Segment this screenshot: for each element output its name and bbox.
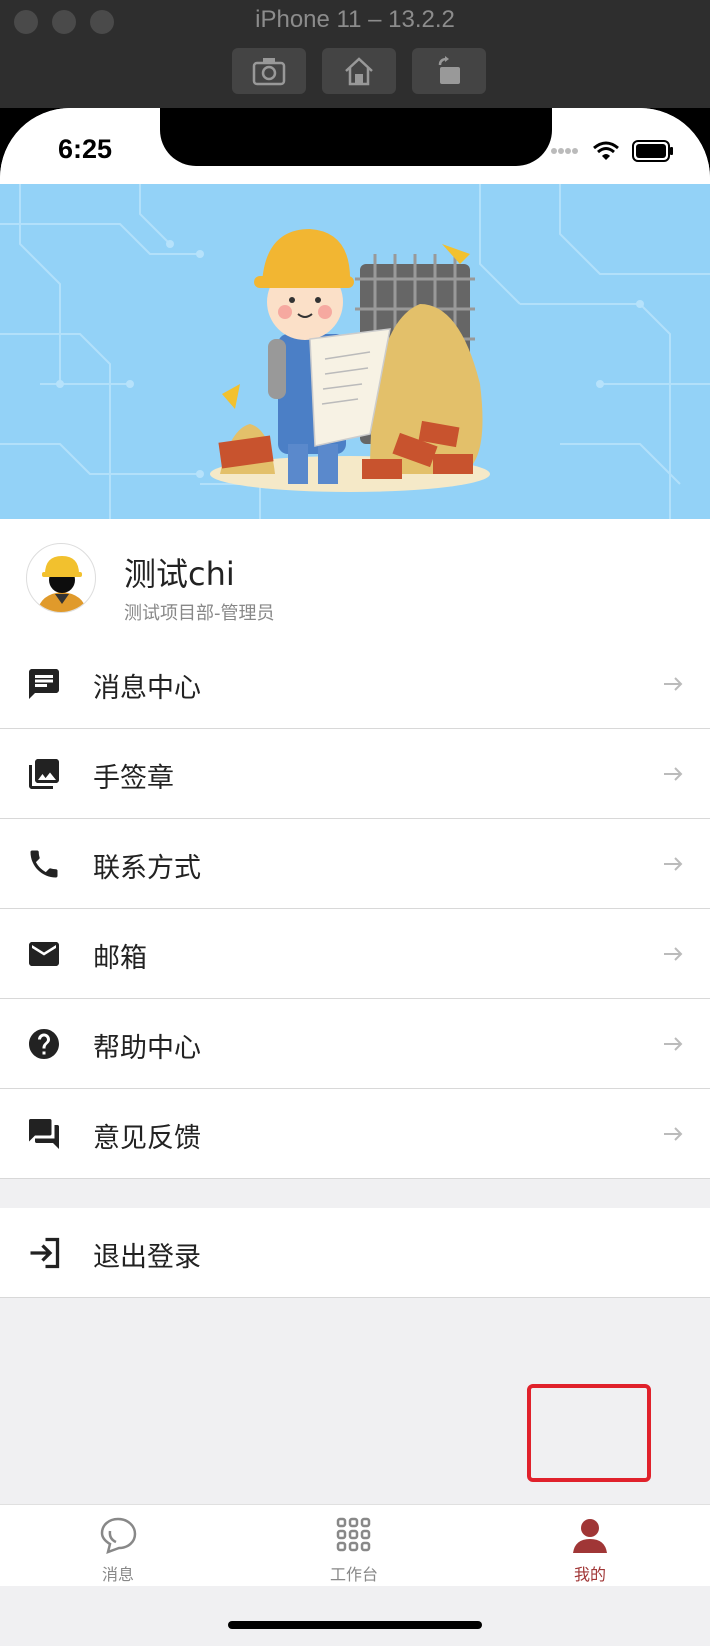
tab-label: 消息 [101, 1565, 134, 1584]
status-indicators [550, 140, 674, 162]
screenshot-icon [252, 58, 286, 86]
arrow-right-icon [664, 947, 683, 961]
home-indicator[interactable] [228, 1621, 482, 1629]
settings-menu: 消息中心 手签章 联系方式 邮箱 帮助中心 意见反馈 [0, 639, 710, 1179]
menu-item-label: 邮箱 [93, 943, 147, 974]
tab-label: 工作台 [329, 1565, 378, 1584]
wifi-icon [593, 141, 619, 160]
rotate-button[interactable] [412, 48, 486, 94]
status-time: 6:25 [58, 134, 113, 164]
rotate-icon [438, 56, 460, 84]
notch [160, 108, 552, 166]
status-bar: 6:25 [0, 108, 710, 184]
arrow-right-icon [664, 1037, 683, 1051]
header-banner [0, 184, 710, 519]
person-icon [573, 1519, 607, 1553]
arrow-right-icon [664, 857, 683, 871]
tab-messages[interactable]: 消息 [0, 1505, 236, 1587]
menu-item-label: 消息中心 [93, 673, 201, 704]
logout-label: 退出登录 [93, 1242, 201, 1273]
message-icon [29, 669, 59, 699]
logout-icon [30, 1237, 60, 1269]
menu-item-signature[interactable]: 手签章 [0, 729, 710, 819]
bottom-tab-bar: 消息 工作台 我的 [0, 1504, 710, 1586]
menu-item-mailbox[interactable]: 邮箱 [0, 909, 710, 999]
simulator-toolbar: iPhone 11 – 13.2.2 [0, 0, 710, 108]
phone-icon [30, 850, 58, 878]
profile-card[interactable]: 测试chi 测试项目部-管理员 [0, 519, 710, 639]
arrow-right-icon [664, 677, 683, 691]
menu-item-message-center[interactable]: 消息中心 [0, 639, 710, 729]
signal-icon [551, 148, 578, 154]
tab-workbench[interactable]: 工作台 [236, 1505, 472, 1587]
battery-icon [632, 140, 673, 162]
simulator-title: iPhone 11 – 13.2.2 [255, 6, 455, 33]
tab-label: 我的 [573, 1565, 606, 1584]
logout-button[interactable]: 退出登录 [0, 1208, 710, 1298]
menu-item-label: 帮助中心 [93, 1033, 201, 1064]
menu-item-label: 联系方式 [93, 853, 201, 884]
photo-library-icon [29, 759, 59, 789]
mail-icon [29, 942, 59, 966]
menu-item-help-center[interactable]: 帮助中心 [0, 999, 710, 1089]
user-role: 测试项目部-管理员 [124, 603, 275, 624]
menu-item-feedback[interactable]: 意见反馈 [0, 1089, 710, 1179]
help-icon [29, 1029, 59, 1059]
device-frame: 6:25 测试chi 测试项目部-管理员 消息中心 手签章 联系方式 邮箱 帮助… [0, 108, 710, 1646]
arrow-right-icon [664, 767, 683, 781]
home-icon [345, 57, 373, 86]
home-button[interactable] [322, 48, 396, 94]
user-name: 测试chi [124, 555, 235, 593]
tab-me[interactable]: 我的 [472, 1505, 708, 1587]
phone-screen: 6:25 测试chi 测试项目部-管理员 消息中心 手签章 联系方式 邮箱 帮助… [0, 108, 710, 1646]
screenshot-button[interactable] [232, 48, 306, 94]
feedback-icon [29, 1119, 59, 1149]
grid-icon [336, 1517, 371, 1552]
construction-worker-illustration [0, 184, 710, 519]
worker-avatar-icon [37, 556, 87, 612]
avatar [26, 543, 96, 613]
chat-bubble-icon [100, 1517, 137, 1554]
menu-item-contact[interactable]: 联系方式 [0, 819, 710, 909]
arrow-right-icon [664, 1127, 683, 1141]
menu-item-label: 意见反馈 [93, 1123, 201, 1154]
menu-item-label: 手签章 [93, 763, 174, 794]
